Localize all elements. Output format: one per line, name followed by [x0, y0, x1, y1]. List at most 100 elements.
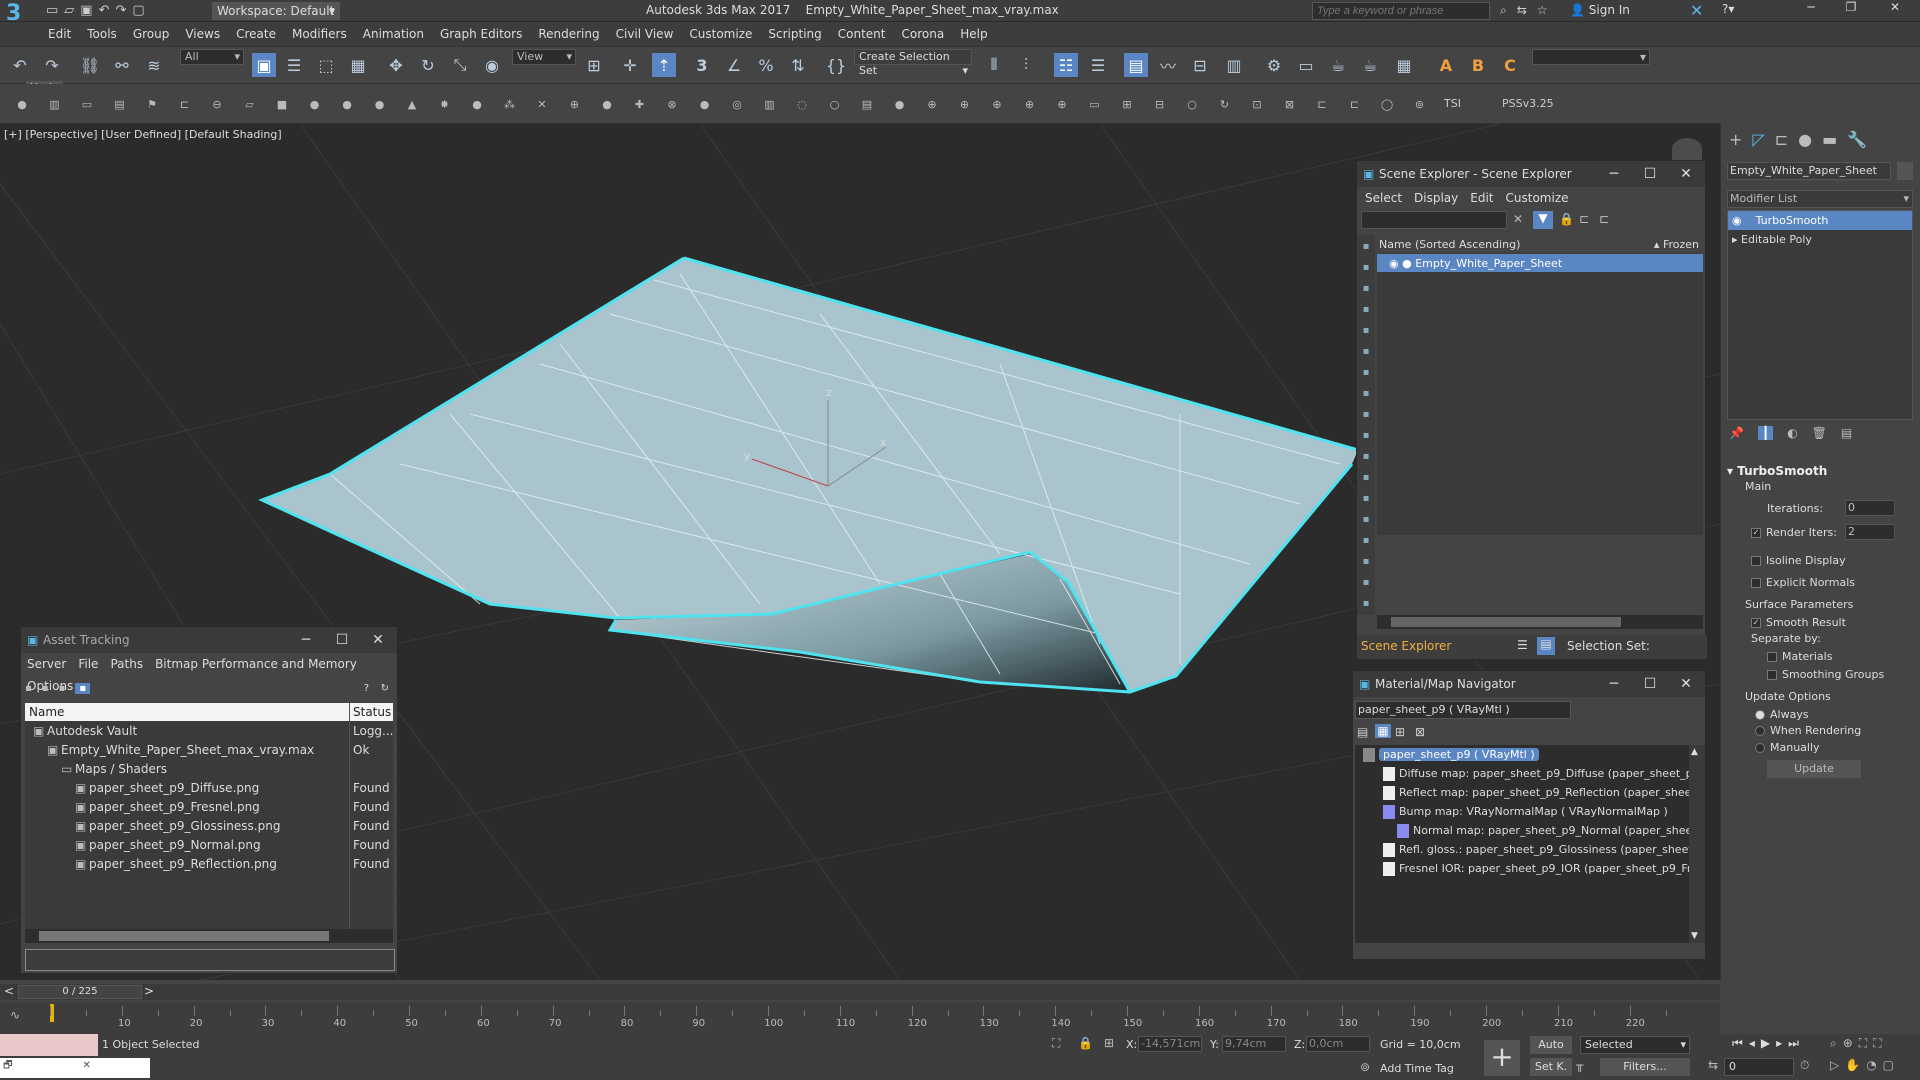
scroll-up-icon[interactable]: ▲: [1691, 747, 1698, 757]
rendered-frame-icon[interactable]: ▭: [1294, 53, 1318, 77]
isolate-icon[interactable]: ⛶: [1052, 1036, 1060, 1051]
scene-explorer-icon[interactable]: ▤: [1124, 53, 1148, 77]
menu-edit[interactable]: Edit: [40, 22, 79, 46]
tool-icon[interactable]: ●: [307, 96, 323, 112]
asset-help-icon[interactable]: ?: [364, 683, 369, 694]
selection-set-icon[interactable]: ▤: [1537, 637, 1555, 655]
maximize-button[interactable]: ❐: [1836, 0, 1866, 14]
menu-tools[interactable]: Tools: [79, 22, 125, 46]
checkout-icon[interactable]: ▪: [59, 683, 66, 694]
redo-icon[interactable]: ↷: [40, 53, 64, 77]
tool-icon[interactable]: ⊕: [1054, 96, 1070, 112]
minimize-button[interactable]: ─: [1599, 161, 1629, 187]
tool-icon[interactable]: ⊕: [989, 96, 1005, 112]
tool-icon[interactable]: ⊖: [209, 96, 225, 112]
material-tree-item[interactable]: Reflect map: paper_sheet_p9_Reflection (…: [1355, 783, 1689, 802]
tool-icon[interactable]: ⁂: [502, 96, 518, 112]
isoline-checkbox[interactable]: [1751, 556, 1761, 566]
unlink-icon[interactable]: ⚯: [110, 53, 134, 77]
se-filter-icon[interactable]: ▪: [1359, 598, 1373, 619]
star-icon[interactable]: ☆: [1537, 3, 1548, 18]
menu-corona[interactable]: Corona: [894, 22, 953, 46]
col-name-header[interactable]: Name (Sorted Ascending): [1379, 238, 1520, 251]
ref-coord-dropdown[interactable]: View ▾: [512, 49, 576, 65]
tool-icon[interactable]: ▤: [859, 96, 875, 112]
close-button[interactable]: ✕: [1671, 671, 1701, 697]
play-icon[interactable]: ▶: [1761, 1036, 1770, 1051]
undo-icon[interactable]: ↶: [8, 53, 32, 77]
percent-snap-icon[interactable]: %: [754, 53, 778, 77]
at-menu-bitmap-performance-and-memory[interactable]: Bitmap Performance and Memory: [149, 653, 363, 675]
se-filter-icon[interactable]: ▪: [1359, 430, 1373, 451]
asset-refresh-icon[interactable]: ↻: [381, 683, 389, 694]
go-to-start-icon[interactable]: ⏮: [1732, 1036, 1743, 1051]
y-coord-field[interactable]: 9,74cm: [1222, 1036, 1286, 1052]
filters-button[interactable]: Filters...: [1600, 1058, 1690, 1076]
zoom-extents-icon[interactable]: ⛶: [1859, 1036, 1867, 1051]
minimize-button[interactable]: ─: [291, 627, 321, 653]
modify-tab-icon[interactable]: ◸: [1752, 130, 1764, 149]
redo-quick-icon[interactable]: ↷: [116, 3, 127, 18]
vertical-scrollbar[interactable]: ▲ ▼: [1689, 745, 1705, 943]
tool-icon[interactable]: ⊠: [1282, 96, 1298, 112]
menu-animation[interactable]: Animation: [355, 22, 432, 46]
se-filter-icon[interactable]: ▪: [1359, 472, 1373, 493]
tool-icon[interactable]: ●: [339, 96, 355, 112]
col-status-header[interactable]: Status: [353, 703, 391, 721]
rectangular-selection-icon[interactable]: ⬚: [314, 53, 338, 77]
scene-explorer-search[interactable]: [1361, 211, 1507, 229]
maximize-button[interactable]: ☐: [1635, 161, 1665, 187]
key-filter-icon[interactable]: ╥: [1576, 1058, 1583, 1072]
expand-icon[interactable]: ▸: [1732, 233, 1738, 246]
tool-icon[interactable]: ⊚: [1412, 96, 1428, 112]
align-icon[interactable]: ⫶: [1014, 53, 1038, 77]
remove-modifier-icon[interactable]: 🗑: [1812, 426, 1827, 440]
tool-icon[interactable]: ●: [14, 96, 30, 112]
text-c-icon[interactable]: C: [1498, 53, 1522, 77]
table-row[interactable]: ▣ paper_sheet_p9_Glossiness.png Found: [25, 817, 393, 836]
time-slider-thumb[interactable]: 0 / 225: [18, 985, 142, 999]
view-large-icons-icon[interactable]: ⊠: [1415, 725, 1425, 739]
new-file-icon[interactable]: ▭: [46, 3, 58, 18]
hierarchy-tab-icon[interactable]: ⊏: [1775, 130, 1788, 149]
track-bar[interactable]: ∿ 10 20 30 40 50 60 70 80 90 100 110 120 130 140 150 16…: [0, 1002, 1720, 1034]
tool-icon[interactable]: ●: [599, 96, 615, 112]
tool-icon[interactable]: ⊏: [177, 96, 193, 112]
placement-icon[interactable]: ◉: [480, 53, 504, 77]
tsi-label[interactable]: TSI: [1444, 97, 1461, 110]
time-slider[interactable]: < 0 / 225 >: [0, 984, 1720, 1000]
maximize-button[interactable]: ☐: [1635, 671, 1665, 697]
horizontal-scrollbar[interactable]: [1377, 615, 1703, 629]
tool-icon[interactable]: ⊕: [567, 96, 583, 112]
vault-icon[interactable]: ▪: [25, 683, 32, 694]
abs-mode-icon[interactable]: ⊞: [1104, 1036, 1114, 1050]
selection-set-dropdown[interactable]: Create Selection Set ▾: [854, 49, 972, 77]
table-row[interactable]: ▭ Maps / Shaders: [25, 760, 393, 779]
render-iterative-icon[interactable]: ☕: [1358, 53, 1382, 77]
orbit-icon[interactable]: ◔: [1866, 1058, 1876, 1072]
workspace-dropdown[interactable]: Workspace: Default ▾: [212, 2, 340, 20]
smoothing-groups-checkbox[interactable]: [1767, 670, 1777, 680]
menu-graph-editors[interactable]: Graph Editors: [432, 22, 530, 46]
scroll-down-icon[interactable]: ▼: [1691, 931, 1698, 941]
undo-quick-icon[interactable]: ↶: [99, 3, 110, 18]
add-time-tag[interactable]: Add Time Tag: [1380, 1062, 1454, 1075]
se-menu-customize[interactable]: Customize: [1500, 187, 1575, 209]
sign-in-button[interactable]: 👤 Sign In: [1570, 3, 1630, 17]
eye-icon[interactable]: ◉: [1389, 257, 1399, 270]
configure-sets-icon[interactable]: ▤: [1841, 426, 1852, 440]
horizontal-scrollbar[interactable]: [25, 929, 393, 943]
tool-icon[interactable]: ◌: [794, 96, 810, 112]
tool-icon[interactable]: ⊞: [1119, 96, 1135, 112]
material-editor-icon[interactable]: ▥: [1222, 53, 1246, 77]
table-row[interactable]: ▣ paper_sheet_p9_Fresnel.png Found: [25, 798, 393, 817]
tool-icon[interactable]: ▥: [762, 96, 778, 112]
zoom-extents-all-icon[interactable]: ⛶: [1873, 1036, 1881, 1051]
tool-icon[interactable]: ▱: [242, 96, 258, 112]
maximize-button[interactable]: ☐: [327, 627, 357, 653]
keyboard-shortcut-icon[interactable]: ⇡: [652, 53, 676, 77]
menu-content[interactable]: Content: [830, 22, 894, 46]
always-radio[interactable]: [1755, 710, 1765, 720]
tool-icon[interactable]: ◯: [1379, 96, 1395, 112]
render-iters-checkbox[interactable]: ✓: [1751, 528, 1761, 538]
